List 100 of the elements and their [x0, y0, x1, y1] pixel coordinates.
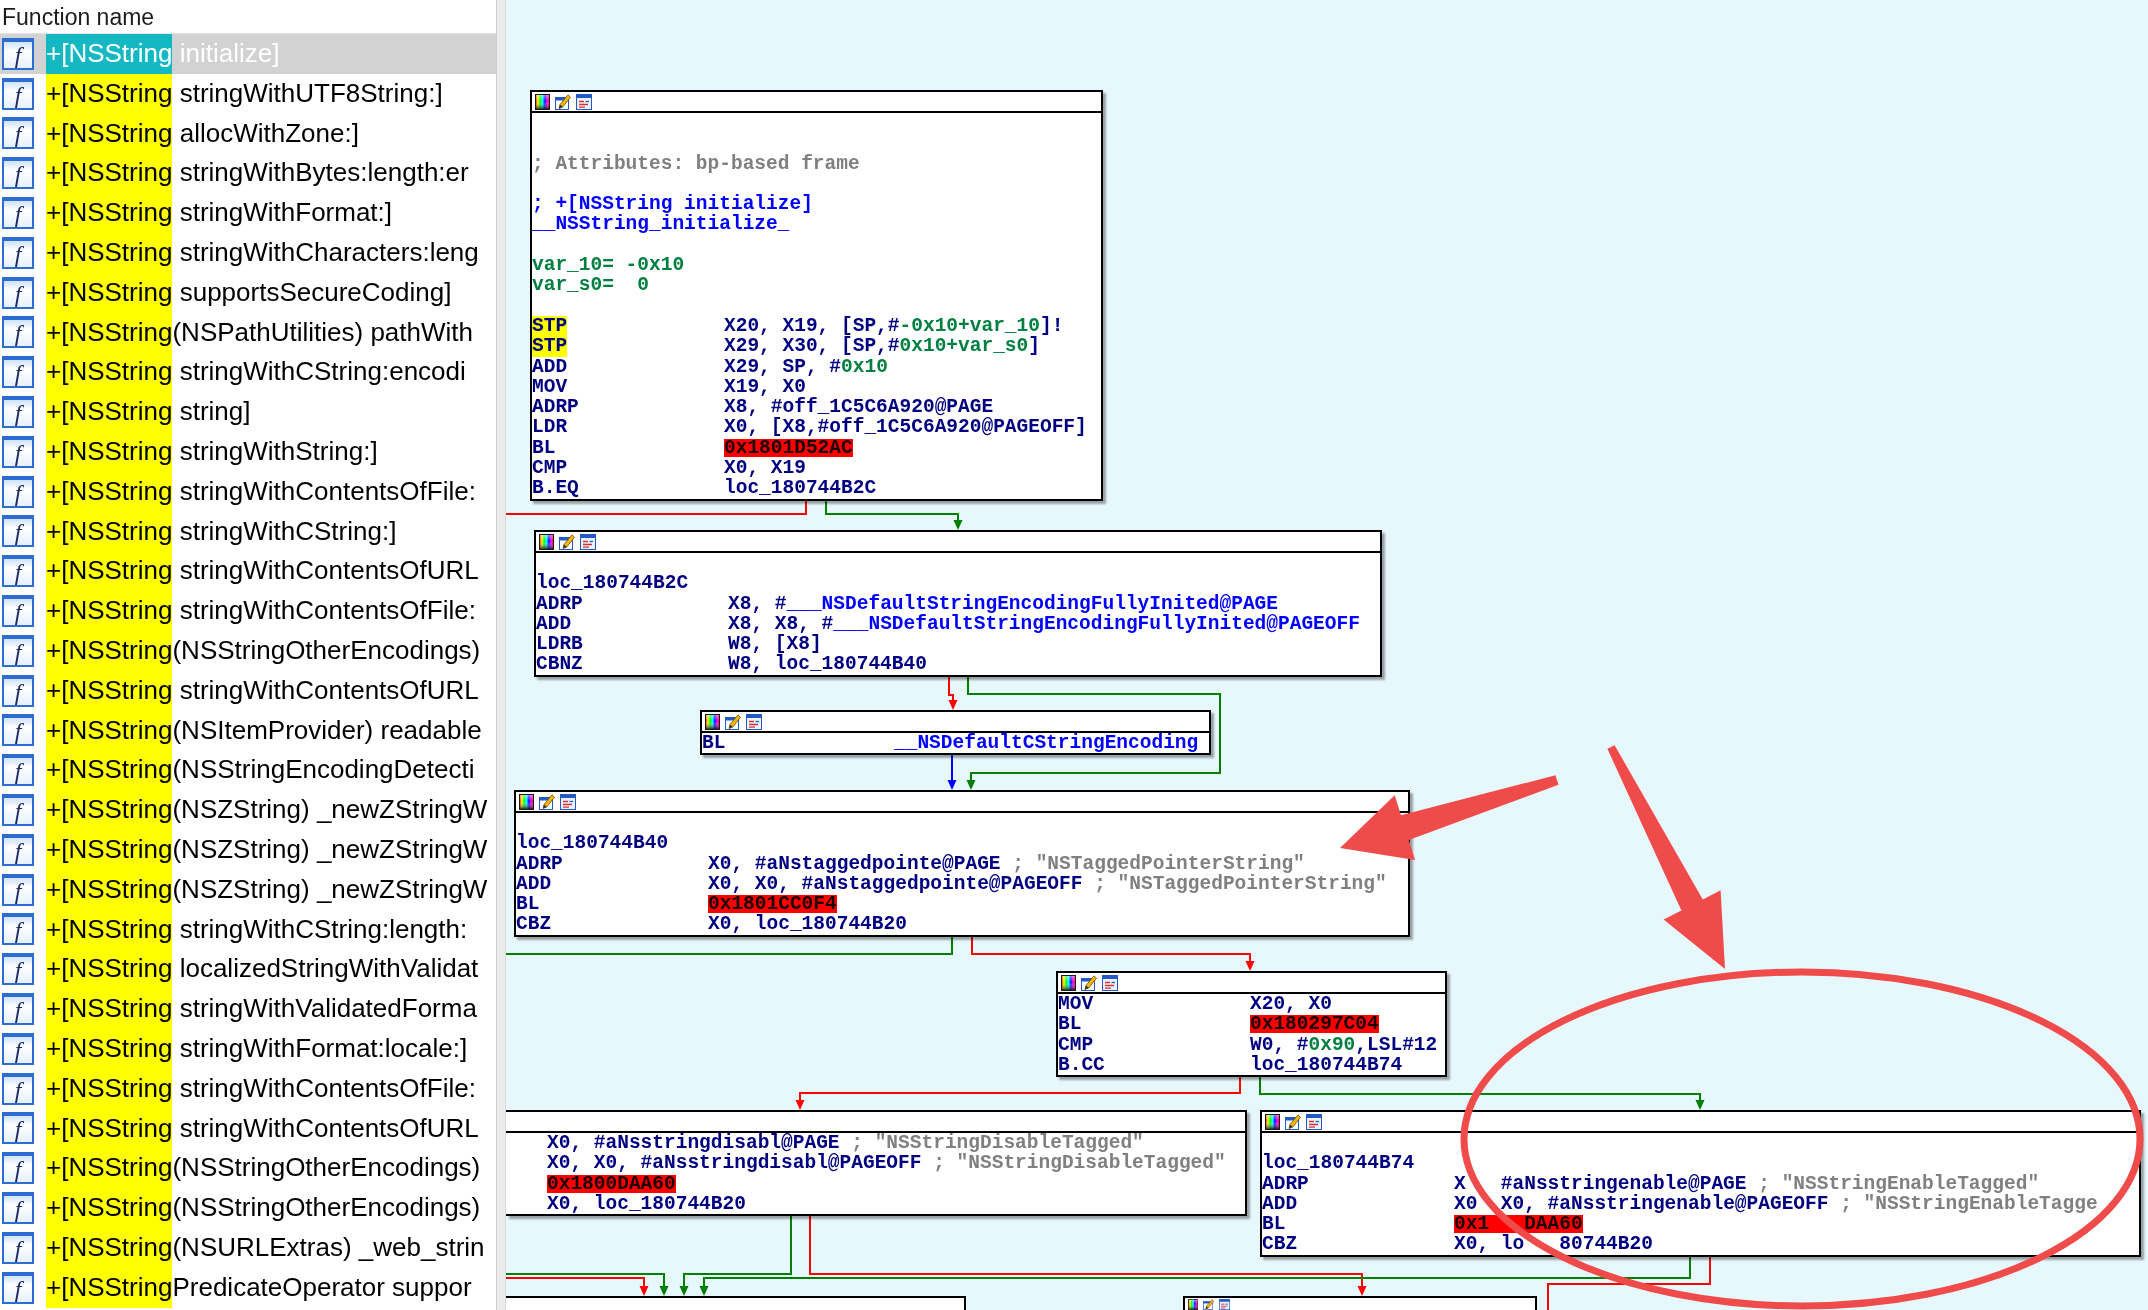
function-icon: f [2, 117, 34, 150]
edge-arrow [948, 676, 958, 710]
pencil-icon[interactable] [559, 533, 575, 550]
instruction-operands: X20, X0 [1250, 994, 1332, 1015]
instruction-mnemonic: BL [532, 437, 556, 459]
window-lines-icon[interactable] [1306, 1113, 1322, 1130]
function-row[interactable]: f +[NSString(NSPathUtilities) pathWith [0, 312, 496, 353]
function-row[interactable]: f +[NSString stringWithContentsOfFile: [0, 471, 496, 512]
instruction-mnemonic: MOV [1058, 994, 1094, 1015]
pencil-icon[interactable] [1285, 1113, 1301, 1130]
function-row[interactable]: f +[NSString stringWithFormat:locale:] [0, 1028, 496, 1069]
function-row[interactable]: f +[NSString stringWithValidatedForma [0, 989, 496, 1029]
instruction-operands: X8, #___NSDefaultStringEncodingFullyInited@PAGE [728, 593, 1278, 614]
color-palette-icon[interactable] [539, 533, 554, 550]
color-palette-icon[interactable] [1188, 1298, 1199, 1310]
code-comment: ; Attributes: bp-based frame [532, 153, 860, 174]
function-icon: f [2, 913, 34, 946]
function-row[interactable]: f +[NSStringPredicateOperator suppor [0, 1267, 496, 1308]
instruction-operands: X0, [X8,#off_1C5C6A920@PAGEOFF] [724, 417, 1087, 438]
window-lines-icon[interactable] [580, 533, 596, 550]
instruction-operands: X0, #aNstaggedpointe@PAGE ; "NSTaggedPointerString" [708, 853, 1305, 874]
instruction-mnemonic: CBZ [1262, 1234, 1298, 1255]
instruction-operands: 0x180297C04 [1250, 1014, 1379, 1035]
instruction-mnemonic: LDR [532, 417, 568, 438]
function-row[interactable]: f +[NSString(NSStringOtherEncodings) [0, 630, 496, 671]
function-row[interactable]: f +[NSString stringWithCString:length: [0, 909, 496, 950]
function-row[interactable]: f +[NSString stringWithContentsOfURL [0, 1108, 496, 1149]
function-row[interactable]: f +[NSString allocWithZone:] [0, 113, 496, 154]
function-row[interactable]: f +[NSString stringWithContentsOfURL [0, 670, 496, 711]
instruction-mnemonic: CMP [532, 458, 568, 479]
instruction-operands: loc_180744B2C [724, 478, 877, 499]
function-row[interactable]: f +[NSString(NSStringEncodingDetecti [0, 750, 496, 791]
color-palette-icon[interactable] [705, 713, 720, 730]
function-icon: f [2, 475, 34, 508]
function-icon: f [2, 157, 34, 190]
function-icon: f [2, 77, 34, 110]
function-row[interactable]: f +[NSString stringWithCString:] [0, 511, 496, 552]
instruction-mnemonic: CBZ [516, 914, 552, 935]
code-label: loc_180744B2C [536, 573, 689, 594]
window-lines-icon[interactable] [560, 793, 576, 810]
pencil-icon[interactable] [725, 713, 741, 730]
function-icon: f [2, 37, 34, 70]
pencil-icon[interactable] [555, 93, 571, 110]
instruction-operands: X29, SP, #0x10 [724, 356, 888, 377]
function-row[interactable]: f +[NSString string] [0, 392, 496, 432]
instruction-operands: W0, #0x90,LSL#12 [1250, 1034, 1438, 1055]
color-palette-icon[interactable] [1061, 974, 1076, 991]
function-row[interactable]: f +[NSString stringWithFormat:] [0, 193, 496, 233]
function-icon: f [2, 435, 34, 468]
color-palette-icon[interactable] [519, 793, 534, 810]
instruction-mnemonic: ADRP [1262, 1173, 1309, 1194]
function-row[interactable]: f +[NSString(NSZString) _newZStringW [0, 790, 496, 830]
color-palette-icon[interactable] [535, 93, 550, 110]
instruction-mnemonic: ADRP [516, 853, 563, 874]
function-row[interactable]: f +[NSString(NSStringOtherEncodings) [0, 1148, 496, 1189]
instruction-mnemonic: B.EQ [532, 478, 579, 499]
function-row[interactable]: f +[NSString stringWithContentsOfFile: [0, 591, 496, 631]
function-row[interactable]: f +[NSString(NSZString) _newZStringW [0, 829, 496, 870]
function-row[interactable]: f +[NSString stringWithContentsOfURL [0, 551, 496, 592]
instruction-mnemonic: MOV [532, 376, 568, 398]
function-row[interactable]: f +[NSString stringWithBytes:length:er [0, 153, 496, 194]
color-palette-icon[interactable] [1265, 1113, 1280, 1130]
function-icon: f [2, 754, 34, 787]
function-icon: f [2, 197, 34, 230]
window-lines-icon[interactable] [1102, 974, 1118, 991]
instruction-operands: X0 X0, #aNsstringenable@PAGEOFF ; "NSStringEnableTagge [1454, 1193, 2098, 1215]
function-row[interactable]: f +[NSString supportsSecureCoding] [0, 272, 496, 313]
function-row[interactable]: f +[NSString stringWithUTF8String:] [0, 73, 496, 114]
function-icon: f [2, 396, 34, 429]
function-icon: f [2, 1192, 34, 1224]
function-icon: f [2, 953, 34, 986]
instruction-mnemonic: ADRP [536, 593, 583, 614]
instruction-mnemonic: ADD [1262, 1193, 1298, 1215]
function-row[interactable]: f +[NSString(NSZString) _newZStringW [0, 869, 496, 910]
code-label: ; +[NSString initialize] [532, 194, 813, 215]
function-row[interactable]: f +[NSString stringWithCharacters:leng [0, 233, 496, 273]
instruction-operands: X #aNsstringenable@PAGE ; "NSStringEnableTagged" [1454, 1173, 2040, 1194]
function-row[interactable]: f +[NSString(NSURLExtras) _web_strin [0, 1227, 496, 1268]
function-icon: f [2, 1072, 34, 1105]
window-lines-icon[interactable] [576, 93, 592, 110]
code-label: __NSString_initialize_ [532, 214, 790, 235]
function-icon: f [2, 1032, 34, 1065]
instruction-mnemonic: B.CC [1058, 1054, 1105, 1076]
window-lines-icon[interactable] [1219, 1298, 1231, 1310]
function-row[interactable]: f +[NSString stringWithString:] [0, 431, 496, 472]
function-icon: f [2, 634, 34, 667]
instruction-mnemonic: BL [702, 733, 726, 754]
function-row[interactable]: f +[NSString(NSStringOtherEncodings) [0, 1188, 496, 1228]
pencil-icon[interactable] [1081, 974, 1097, 991]
instruction-operands: X0, loc_180744B20 [547, 1193, 746, 1215]
pencil-icon[interactable] [1203, 1298, 1215, 1310]
pencil-icon[interactable] [539, 793, 555, 810]
window-lines-icon[interactable] [746, 713, 762, 730]
code-label: loc_180744B74 [1262, 1153, 1415, 1174]
function-row[interactable]: f +[NSString(NSItemProvider) readable [0, 710, 496, 751]
function-row[interactable]: f +[NSString stringWithContentsOfFile: [0, 1068, 496, 1109]
column-header[interactable]: Function name [0, 2, 155, 31]
function-row[interactable]: f +[NSString stringWithCString:encodi [0, 352, 496, 393]
instruction-operands: X0, lo 80744B20 [1454, 1234, 1653, 1255]
function-row[interactable]: f +[NSString localizedStringWithValidat [0, 949, 496, 990]
